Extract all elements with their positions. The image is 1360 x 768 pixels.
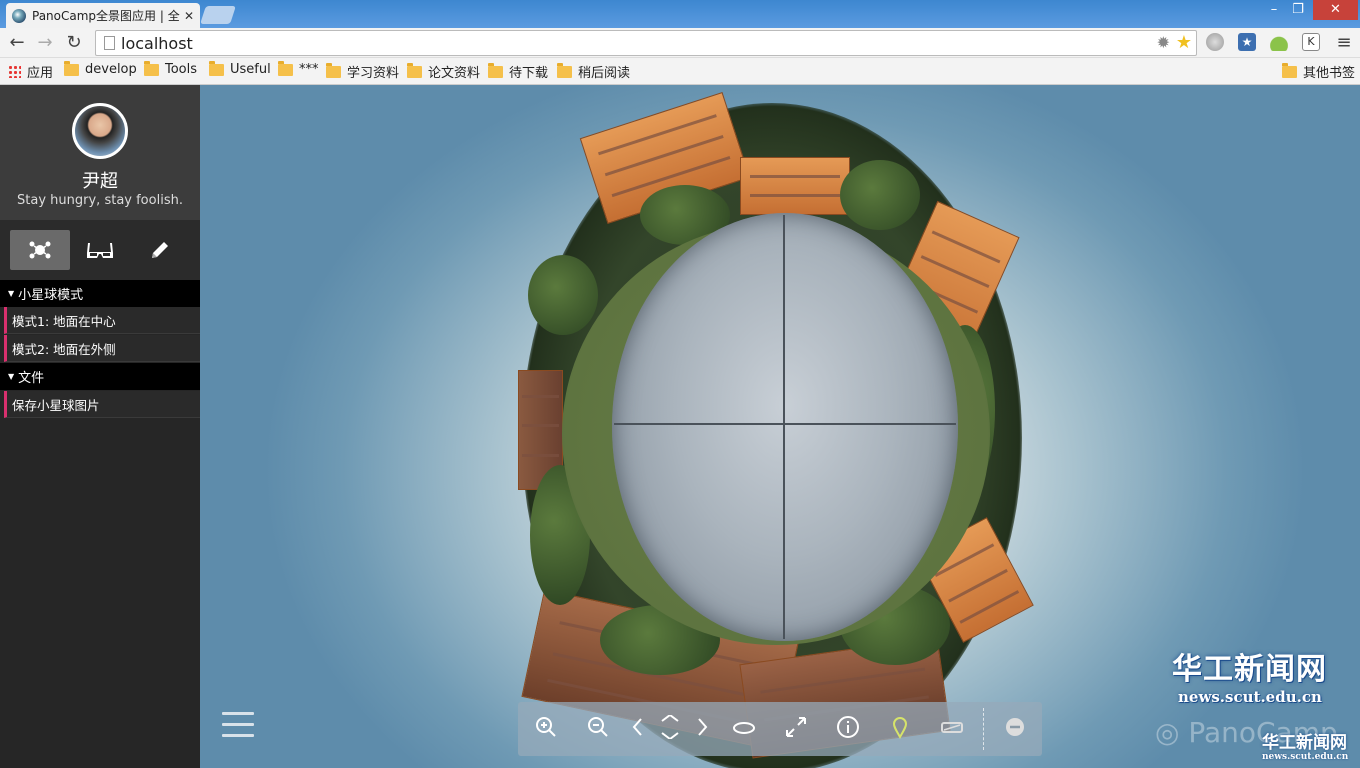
menu-item-save-image[interactable]: 保存小星球图片 [4, 391, 200, 418]
bookmark-papers[interactable]: 论文资料 [407, 62, 480, 81]
tab-close-icon[interactable]: ✕ [184, 9, 194, 23]
pan-updown-glyph [661, 713, 679, 741]
reload-icon[interactable]: ↻ [63, 32, 85, 54]
folder-icon [278, 60, 293, 76]
new-tab-button[interactable] [200, 6, 236, 24]
minimize-button[interactable]: – [1262, 0, 1286, 20]
folder-icon [557, 62, 572, 78]
vr-glasses-icon [87, 243, 113, 258]
building [740, 157, 850, 215]
folder-icon [488, 62, 503, 78]
pan-right-glyph [698, 718, 708, 736]
browser-chrome: PanoCamp全景图应用 | 全 ✕ – ❐ ✕ ← → ↻ localhos… [0, 0, 1360, 85]
pan-left-icon[interactable] [624, 715, 652, 743]
close-window-button[interactable]: ✕ [1313, 0, 1358, 20]
bookmark-study[interactable]: 学习资料 [326, 62, 399, 81]
fullscreen-glyph [786, 717, 806, 737]
tab-tiny-planet[interactable] [10, 230, 70, 270]
section-tiny-planet[interactable]: ▼ 小星球模式 [0, 280, 200, 307]
folder-icon [209, 60, 224, 76]
zoom-out-glyph [588, 717, 608, 737]
info-icon[interactable] [834, 715, 862, 743]
tab-edit[interactable] [130, 230, 190, 270]
profile-panel: 尹超 Stay hungry, stay foolish. [0, 85, 200, 220]
location-pin-icon[interactable] [886, 715, 914, 743]
tab-title: PanoCamp全景图应用 | 全 [32, 9, 180, 23]
bookmark-stars[interactable]: *** [278, 60, 319, 77]
hamburger-menu-icon[interactable] [222, 712, 254, 742]
orbit-icon[interactable] [730, 715, 758, 743]
url-text[interactable]: localhost [121, 34, 193, 53]
avatar [72, 103, 128, 159]
caret-down-icon: ▼ [8, 372, 15, 381]
k-extension-icon[interactable]: K [1302, 33, 1320, 51]
tab-favicon-icon [12, 8, 26, 23]
zoom-in-glyph [536, 717, 556, 737]
tree [840, 160, 920, 230]
bookmark-tools[interactable]: Tools [144, 60, 197, 77]
bookmark-read-later[interactable]: 稍后阅读 [557, 62, 630, 81]
sidebar: 尹超 Stay hungry, stay foolish. ▼ 小星球模式 模式… [0, 85, 200, 768]
zoom-out-icon[interactable] [584, 715, 612, 743]
scut-news-logo-small: 华工新闻网 [1262, 733, 1347, 753]
tiny-planet-icon [29, 241, 51, 259]
collapse-glyph [1006, 718, 1024, 736]
restore-button[interactable]: ❐ [1286, 0, 1310, 20]
fullscreen-icon[interactable] [782, 715, 810, 743]
control-separator [983, 708, 984, 750]
menu-icon[interactable]: ≡ [1333, 32, 1355, 54]
section-file[interactable]: ▼ 文件 [0, 363, 200, 390]
vr-mode-glyph [941, 722, 963, 733]
bookmark-other[interactable]: 其他书签 [1282, 62, 1355, 81]
seam-line [614, 423, 956, 425]
folder-icon [1282, 62, 1297, 78]
forward-icon[interactable]: → [34, 32, 56, 54]
bookmark-star-icon[interactable]: ★ [1176, 32, 1192, 53]
sidebar-icon-tabs [0, 220, 200, 280]
scut-news-logo: 华工新闻网 [1172, 652, 1327, 687]
folder-icon [144, 60, 159, 76]
extension-gear-icon[interactable]: ✹ [1157, 33, 1170, 52]
tab-vr-glasses[interactable] [70, 230, 130, 270]
viewer-control-bar [518, 702, 1042, 756]
tab-strip: PanoCamp全景图应用 | 全 ✕ – ❐ ✕ [0, 0, 1360, 28]
browser-tab[interactable]: PanoCamp全景图应用 | 全 ✕ [6, 3, 200, 28]
bookmark-develop[interactable]: develop [64, 60, 137, 77]
vr-mode-icon[interactable] [938, 715, 966, 743]
menu-item-mode1[interactable]: 模式1: 地面在中心 [4, 307, 200, 334]
menu-item-mode2[interactable]: 模式2: 地面在外侧 [4, 335, 200, 362]
pan-left-glyph [632, 718, 642, 736]
back-icon[interactable]: ← [6, 32, 28, 54]
plaza-ground [612, 213, 958, 641]
apps-grid-icon [8, 65, 21, 78]
browser-toolbar: ← → ↻ localhost ✹ ★ ★ K ≡ [0, 28, 1360, 58]
orbit-glyph [733, 722, 755, 734]
pencil-icon [152, 242, 168, 258]
bookmark-to-download[interactable]: 待下载 [488, 62, 548, 81]
bookmarks-bar: 应用 develop Tools Useful *** 学习资料 论文资料 待下… [0, 58, 1360, 85]
folder-icon [326, 62, 341, 78]
pan-right-icon[interactable] [688, 715, 716, 743]
pan-updown-icon[interactable] [656, 713, 684, 743]
address-bar[interactable]: localhost ✹ ★ [95, 30, 1197, 56]
tree [528, 255, 598, 335]
folder-icon [64, 60, 79, 76]
collapse-icon[interactable] [1001, 715, 1029, 743]
folder-icon [407, 62, 422, 78]
scut-news-url-small: news.scut.edu.cn [1262, 752, 1349, 762]
bookmark-manager-icon[interactable]: ★ [1238, 33, 1256, 51]
info-glyph [837, 716, 859, 738]
seam-line [783, 215, 785, 639]
bookmark-useful[interactable]: Useful [209, 60, 271, 77]
scut-news-url: news.scut.edu.cn [1178, 688, 1322, 706]
android-icon[interactable] [1270, 33, 1288, 51]
page-icon [104, 36, 115, 50]
globe-extension-icon[interactable] [1206, 33, 1224, 51]
user-motto: Stay hungry, stay foolish. [17, 193, 183, 208]
caret-down-icon: ▼ [8, 289, 15, 298]
user-name: 尹超 [82, 171, 118, 192]
bookmark-apps[interactable]: 应用 [8, 62, 53, 81]
zoom-in-icon[interactable] [532, 715, 560, 743]
location-pin-glyph [892, 717, 908, 740]
